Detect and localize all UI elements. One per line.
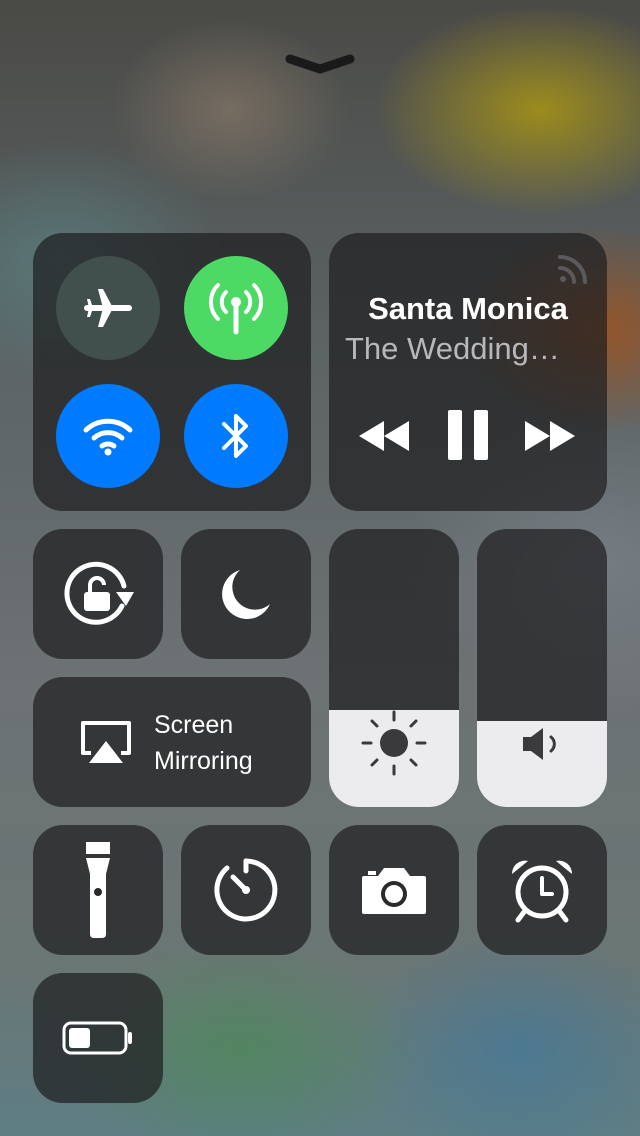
wifi-icon: [83, 418, 133, 456]
screen-mirroring-button[interactable]: Screen Mirroring: [33, 677, 311, 807]
rewind-icon: [359, 421, 409, 451]
rewind-button[interactable]: [351, 410, 417, 462]
low-power-mode-button[interactable]: [33, 973, 163, 1103]
battery-level-fill: [69, 1028, 90, 1048]
moon-icon: [222, 570, 270, 619]
song-artist: The Wedding…: [345, 331, 560, 366]
timer-icon: [214, 858, 278, 922]
sun-icon: [361, 710, 427, 776]
brightness-slider[interactable]: [329, 529, 459, 807]
cellular-data-toggle[interactable]: [184, 256, 288, 360]
airplane-mode-toggle[interactable]: [56, 256, 160, 360]
flashlight-button[interactable]: [33, 825, 163, 955]
pause-button[interactable]: [436, 406, 500, 464]
airplay-audio-icon[interactable]: [557, 253, 589, 285]
song-title: Santa Monica: [368, 291, 568, 326]
alarm-clock-icon: [511, 860, 573, 923]
speaker-icon: [523, 728, 556, 760]
pause-icon: [448, 410, 488, 460]
now-playing-panel: Santa Monica The Wedding…: [329, 233, 607, 511]
dismiss-handle[interactable]: [280, 48, 360, 78]
camera-icon: [362, 868, 426, 914]
wifi-toggle[interactable]: [56, 384, 160, 488]
orientation-lock-button[interactable]: [33, 529, 163, 659]
volume-slider[interactable]: [477, 529, 607, 807]
camera-button[interactable]: [329, 825, 459, 955]
timer-button[interactable]: [181, 825, 311, 955]
chevron-down-icon: [285, 54, 355, 74]
do-not-disturb-button[interactable]: [181, 529, 311, 659]
screen-mirroring-line2: Mirroring: [154, 747, 253, 775]
connectivity-panel: [33, 233, 311, 511]
orientation-lock-icon: [64, 561, 134, 625]
bluetooth-toggle[interactable]: [184, 384, 288, 488]
flashlight-icon: [86, 842, 110, 938]
battery-icon: [62, 1021, 132, 1055]
bluetooth-icon: [222, 414, 248, 458]
alarm-button[interactable]: [477, 825, 607, 955]
fast-forward-button[interactable]: [517, 410, 583, 462]
airplane-icon: [84, 289, 132, 327]
antenna-icon: [208, 283, 264, 335]
airplay-video-icon: [81, 721, 131, 763]
screen-mirroring-line1: Screen: [154, 711, 234, 739]
fast-forward-icon: [525, 421, 575, 451]
screen-mirroring-label: Screen Mirroring: [154, 707, 253, 779]
